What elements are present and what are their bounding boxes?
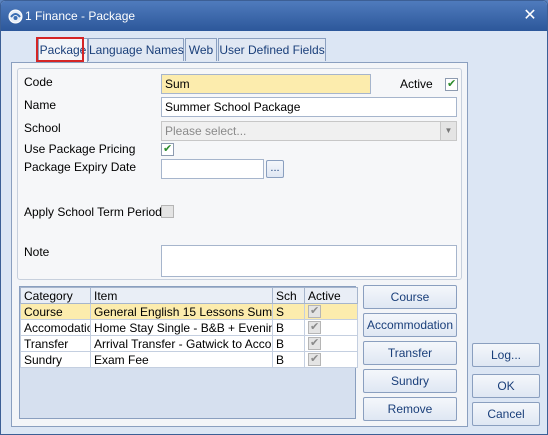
column-header-sch[interactable]: Sch	[272, 287, 305, 304]
row-active-checkbox[interactable]	[308, 321, 321, 334]
tab-package[interactable]: Package	[38, 38, 88, 63]
expiry-picker-button[interactable]: ...	[266, 160, 284, 178]
cell-sch[interactable]: B	[272, 335, 305, 352]
active-label: Active	[400, 77, 433, 91]
active-checkbox[interactable]	[445, 77, 458, 91]
cell-active[interactable]	[304, 319, 358, 336]
cell-item[interactable]: Exam Fee	[90, 351, 273, 368]
log-button[interactable]: Log...	[472, 343, 540, 367]
table-row[interactable]: Accomodatio Home Stay Single - B&B + Eve…	[20, 319, 358, 336]
cell-active[interactable]	[304, 335, 358, 352]
column-header-item[interactable]: Item	[90, 287, 273, 304]
tab-user-defined-fields[interactable]: User Defined Fields	[218, 38, 326, 61]
code-input[interactable]: Sum	[161, 74, 371, 94]
cancel-button[interactable]: Cancel	[472, 402, 540, 426]
ok-button-label: OK	[497, 379, 515, 393]
use-pricing-label: Use Package Pricing	[24, 142, 136, 156]
title-bar: 1 Finance - Package ✕	[1, 1, 547, 31]
add-accommodation-button[interactable]: Accommodation	[363, 313, 457, 337]
row-active-checkbox[interactable]	[308, 305, 321, 318]
expiry-label: Package Expiry Date	[24, 160, 137, 174]
school-placeholder: Please select...	[165, 124, 247, 138]
name-label: Name	[24, 98, 57, 112]
cell-active[interactable]	[304, 351, 358, 368]
chevron-down-icon[interactable]: ▼	[440, 122, 456, 140]
column-header-category[interactable]: Category	[20, 287, 91, 304]
use-pricing-checkbox[interactable]	[161, 142, 174, 156]
cell-item[interactable]: Arrival Transfer - Gatwick to Accom	[90, 335, 273, 352]
school-select[interactable]: Please select... ▼	[161, 121, 457, 141]
cell-category[interactable]: Transfer	[20, 335, 91, 352]
cell-category[interactable]: Sundry	[20, 351, 91, 368]
tab-language-names[interactable]: Language Names	[88, 38, 184, 61]
cell-category[interactable]: Course	[20, 303, 91, 320]
add-course-button[interactable]: Course	[363, 285, 457, 309]
add-transfer-button[interactable]: Transfer	[363, 341, 457, 365]
name-input[interactable]: Summer School Package	[161, 97, 457, 117]
package-items-grid: Category Item Sch Active Course General …	[19, 286, 358, 419]
code-label: Code	[24, 75, 53, 89]
cell-category[interactable]: Accomodatio	[20, 319, 91, 336]
apply-term-checkbox[interactable]	[161, 205, 174, 218]
cell-item[interactable]: General English 15 Lessons Summ	[90, 303, 273, 320]
remove-button[interactable]: Remove	[363, 397, 457, 421]
close-icon[interactable]: ✕	[521, 7, 539, 25]
log-button-label: Log...	[490, 348, 522, 362]
note-label: Note	[24, 245, 50, 259]
cell-sch[interactable]: S	[272, 303, 305, 320]
add-sundry-button[interactable]: Sundry	[363, 369, 457, 393]
ok-button[interactable]: OK	[472, 374, 540, 398]
package-tab-panel: Code Sum Active Name Summer School Packa…	[11, 62, 468, 427]
cell-item[interactable]: Home Stay Single - B&B + Evening	[90, 319, 273, 336]
note-textarea[interactable]	[161, 245, 457, 277]
tab-web[interactable]: Web	[185, 38, 217, 61]
app-icon	[8, 9, 23, 24]
apply-term-label: Apply School Term Periods	[24, 205, 168, 219]
school-label: School	[24, 121, 61, 135]
grid-header-row: Category Item Sch Active	[20, 287, 358, 304]
window-title: 1 Finance - Package	[25, 9, 136, 23]
row-active-checkbox[interactable]	[308, 337, 321, 350]
expiry-date-input[interactable]	[161, 159, 264, 179]
cell-active[interactable]	[304, 303, 358, 320]
row-active-checkbox[interactable]	[308, 353, 321, 366]
package-window: 1 Finance - Package ✕ Package Language N…	[0, 0, 548, 435]
cell-sch[interactable]: B	[272, 351, 305, 368]
table-row[interactable]: Sundry Exam Fee B	[20, 351, 358, 368]
package-form: Code Sum Active Name Summer School Packa…	[17, 68, 462, 280]
cell-sch[interactable]: B	[272, 319, 305, 336]
column-header-active[interactable]: Active	[304, 287, 358, 304]
table-row[interactable]: Course General English 15 Lessons Summ S	[20, 303, 358, 320]
table-row[interactable]: Transfer Arrival Transfer - Gatwick to A…	[20, 335, 358, 352]
cancel-button-label: Cancel	[487, 407, 525, 421]
